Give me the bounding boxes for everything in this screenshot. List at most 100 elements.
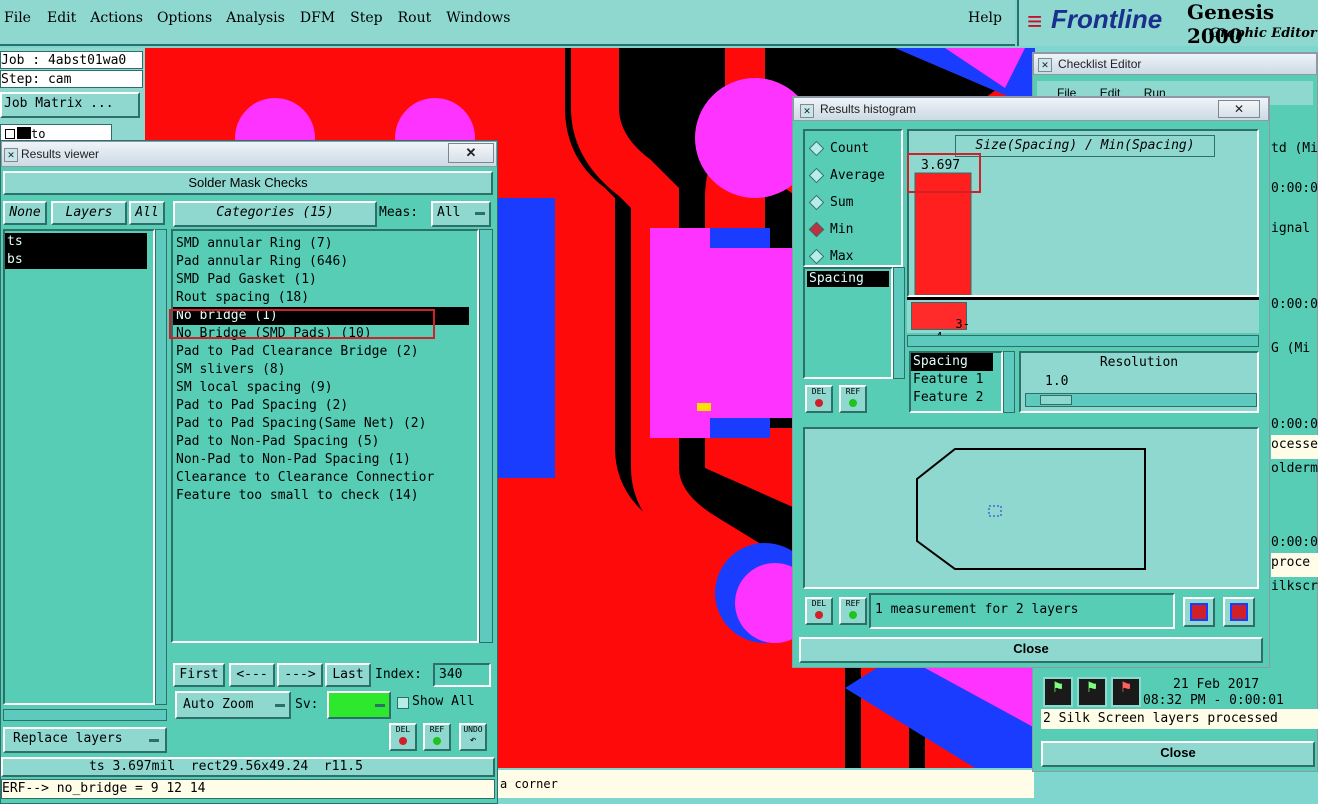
index-input[interactable]: 340 bbox=[433, 663, 491, 687]
layers-list[interactable]: ts bs bbox=[3, 229, 155, 705]
category-item[interactable]: SMD Pad Gasket (1) bbox=[173, 271, 477, 289]
side-label: ignal bbox=[1271, 221, 1311, 236]
first-button[interactable]: First bbox=[173, 663, 225, 687]
slider-thumb[interactable] bbox=[1040, 395, 1072, 405]
job-label: Job : 4abst01wa0 bbox=[0, 51, 143, 69]
category-item[interactable]: SM local spacing (9) bbox=[173, 379, 477, 397]
menu-dfm[interactable]: DFM bbox=[300, 10, 335, 26]
category-item[interactable]: Rout spacing (18) bbox=[173, 289, 477, 307]
next-button[interactable]: ---> bbox=[277, 663, 323, 687]
menu-step[interactable]: Step bbox=[350, 10, 382, 26]
histogram-field-list[interactable]: Spacing bbox=[803, 267, 893, 379]
run-date: 21 Feb 2017 bbox=[1173, 677, 1260, 692]
menu-actions[interactable]: Actions bbox=[90, 10, 143, 26]
category-item[interactable]: Pad to Pad Clearance Bridge (2) bbox=[173, 343, 477, 361]
undo-button[interactable]: UNDO ↶ bbox=[459, 723, 487, 751]
category-item[interactable]: Pad to Non-Pad Spacing (5) bbox=[173, 433, 477, 451]
menu-analysis[interactable]: Analysis bbox=[226, 10, 285, 26]
job-panel: Job : 4abst01wa0 Step: cam Job Matrix ..… bbox=[0, 48, 145, 148]
all-button[interactable]: All bbox=[129, 201, 165, 225]
preview-del-button[interactable]: DEL bbox=[805, 597, 833, 625]
menu-help[interactable]: Help bbox=[968, 10, 1002, 26]
ref-button[interactable]: REF bbox=[423, 723, 451, 751]
radio-diamond-icon[interactable] bbox=[808, 167, 825, 184]
field-list-scrollbar[interactable] bbox=[893, 267, 905, 379]
category-item[interactable]: Non-Pad to Non-Pad Spacing (1) bbox=[173, 451, 477, 469]
histogram-titlebar[interactable]: ✕ Results histogram ✕ bbox=[793, 97, 1269, 121]
field-feature-2[interactable]: Feature 2 bbox=[911, 389, 1001, 407]
hist-ref-button[interactable]: REF bbox=[839, 385, 867, 413]
mode-radio-min[interactable]: Min bbox=[808, 216, 901, 243]
none-button[interactable]: None bbox=[3, 201, 47, 225]
sv-color-dropdown[interactable] bbox=[327, 691, 391, 719]
mode-radio-count[interactable]: Count bbox=[808, 135, 901, 162]
layers-button[interactable]: Layers bbox=[51, 201, 127, 225]
layer-item-ts[interactable]: ts bbox=[5, 233, 147, 251]
run-icon[interactable]: ⚑ bbox=[1043, 677, 1073, 707]
results-viewer-titlebar[interactable]: ✕ Results viewer ✕ bbox=[1, 141, 497, 167]
menu-options[interactable]: Options bbox=[157, 10, 212, 26]
prev-button[interactable]: <--- bbox=[229, 663, 275, 687]
menu-rout[interactable]: Rout bbox=[398, 10, 432, 26]
category-item[interactable]: Pad to Pad Spacing (2) bbox=[173, 397, 477, 415]
mode-radio-average[interactable]: Average bbox=[808, 162, 901, 189]
categories-scrollbar[interactable] bbox=[479, 229, 493, 643]
show-all-checkbox[interactable] bbox=[397, 697, 409, 709]
categories-list[interactable]: SMD annular Ring (7) Pad annular Ring (64… bbox=[171, 229, 479, 643]
checklist-titlebar[interactable]: ✕ Checklist Editor bbox=[1033, 53, 1317, 75]
checklist-close-button[interactable]: Close bbox=[1041, 741, 1315, 767]
side-label: ilkscr bbox=[1271, 579, 1318, 594]
stop-icon[interactable]: ⚑ bbox=[1111, 677, 1141, 707]
category-item[interactable]: Feature too small to check (14) bbox=[173, 487, 477, 505]
feature-fields-list[interactable]: Spacing Feature 1 Feature 2 bbox=[909, 351, 1003, 413]
resolution-slider[interactable] bbox=[1025, 393, 1257, 407]
category-item[interactable]: SMD annular Ring (7) bbox=[173, 235, 477, 253]
frontline-logo: Frontline bbox=[1051, 4, 1163, 34]
menu-file[interactable]: File bbox=[4, 10, 31, 26]
meas-value: All bbox=[437, 205, 461, 220]
close-icon[interactable]: ✕ bbox=[448, 143, 494, 163]
category-item[interactable]: Pad annular Ring (646) bbox=[173, 253, 477, 271]
bar-category-label[interactable]: 3- 4 bbox=[911, 302, 970, 344]
run-all-icon[interactable]: ⚑ bbox=[1077, 677, 1107, 707]
mode-radio-max[interactable]: Max bbox=[808, 243, 901, 270]
radio-diamond-icon[interactable] bbox=[808, 140, 825, 157]
del-button[interactable]: DEL bbox=[389, 723, 417, 751]
auto-zoom-dropdown[interactable]: Auto Zoom bbox=[175, 691, 291, 719]
layer-item-bs[interactable]: bs bbox=[5, 251, 147, 269]
layers-scrollbar[interactable] bbox=[155, 229, 167, 705]
radio-diamond-icon[interactable] bbox=[808, 194, 825, 211]
last-button[interactable]: Last bbox=[325, 663, 371, 687]
job-matrix-button[interactable]: Job Matrix ... bbox=[0, 92, 140, 118]
field-feature-1[interactable]: Feature 1 bbox=[911, 371, 1001, 389]
meas-dropdown[interactable]: All bbox=[431, 201, 491, 227]
field-spacing[interactable]: Spacing bbox=[911, 353, 993, 371]
close-icon[interactable]: ✕ bbox=[1218, 100, 1260, 118]
histogram-close-button[interactable]: Close bbox=[799, 637, 1263, 663]
app-subtitle: Graphic Editor bbox=[1209, 26, 1317, 41]
category-item[interactable]: Clearance to Clearance Connectior bbox=[173, 469, 477, 487]
radio-diamond-icon[interactable] bbox=[808, 221, 825, 238]
results-viewer-title: Results viewer bbox=[21, 147, 100, 161]
menu-edit[interactable]: Edit bbox=[47, 10, 76, 26]
categories-button[interactable]: Categories (15) bbox=[173, 201, 377, 227]
fields-scrollbar[interactable] bbox=[1003, 351, 1015, 413]
radio-diamond-icon[interactable] bbox=[808, 248, 825, 265]
menu-windows[interactable]: Windows bbox=[446, 10, 510, 26]
hist-del-button[interactable]: DEL bbox=[805, 385, 833, 413]
del-icon-label: DEL bbox=[395, 725, 411, 734]
mode-radio-sum[interactable]: Sum bbox=[808, 189, 901, 216]
layers-hscrollbar[interactable] bbox=[3, 709, 167, 721]
undo-arrow-icon: ↶ bbox=[469, 733, 477, 746]
category-item[interactable]: Pad to Pad Spacing(Same Net) (2) bbox=[173, 415, 477, 433]
category-item[interactable]: SM slivers (8) bbox=[173, 361, 477, 379]
brand-area: ≡ Frontline Genesis 2000 Graphic Editor bbox=[1017, 0, 1318, 48]
zoom-home-icon[interactable] bbox=[1223, 597, 1255, 627]
histogram-hscrollbar[interactable] bbox=[907, 335, 1259, 347]
erf-text: ERF--> no_bridge = 9 12 14 bbox=[2, 781, 206, 796]
zoom-to-feature-icon[interactable] bbox=[1183, 597, 1215, 627]
field-item-spacing[interactable]: Spacing bbox=[807, 271, 889, 287]
step-label: Step: cam bbox=[0, 70, 143, 88]
replace-layers-dropdown[interactable]: Replace layers bbox=[3, 727, 167, 753]
preview-ref-button[interactable]: REF bbox=[839, 597, 867, 625]
